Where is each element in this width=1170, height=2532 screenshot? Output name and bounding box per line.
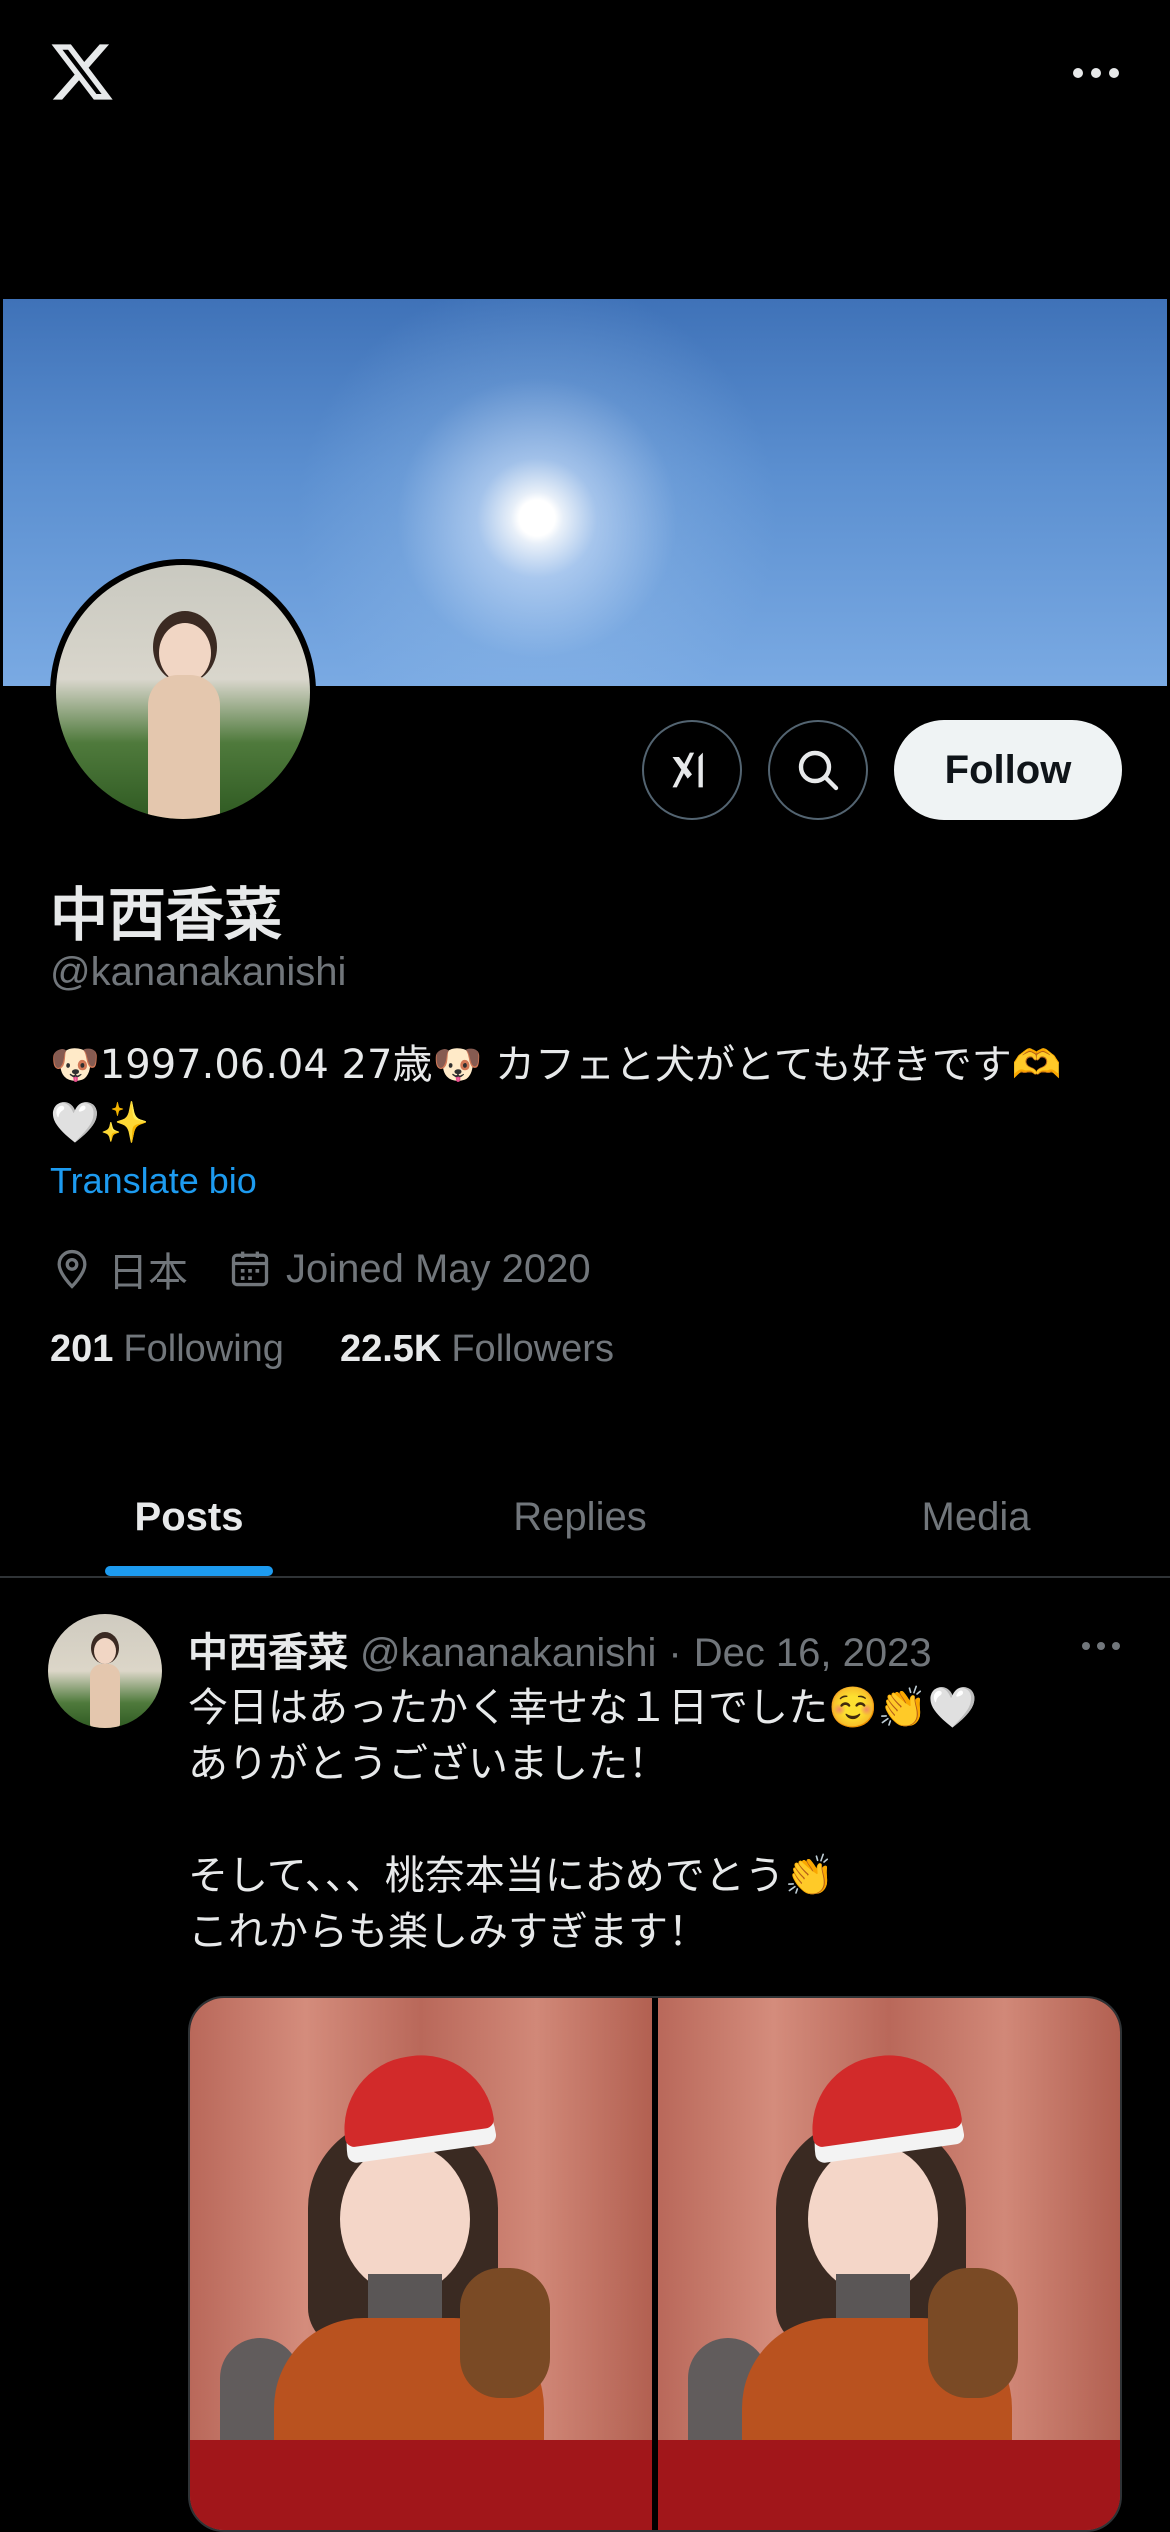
post-photo-2[interactable]: [658, 1998, 1120, 2530]
photo-face: [340, 2144, 470, 2294]
profile-avatar[interactable]: [50, 559, 316, 825]
profile-handle: @kananakanishi: [50, 950, 347, 994]
location-text: 日本: [108, 1251, 188, 1295]
calendar-icon: [231, 1251, 269, 1287]
grok-icon: [672, 752, 703, 788]
post[interactable]: 中西香菜 @kananakanishi · Dec 16, 2023 今日はあっ…: [0, 1580, 1170, 2532]
photo-couch: [190, 2440, 652, 2530]
tab-replies-label: Replies: [513, 1494, 647, 1539]
search-profile-button[interactable]: [768, 720, 868, 820]
post-author-avatar[interactable]: [48, 1614, 162, 1728]
location-pin-icon: [57, 1249, 87, 1289]
tab-replies[interactable]: Replies: [378, 1458, 782, 1576]
post-more-icon[interactable]: [1082, 1642, 1120, 1650]
joined-text: Joined May 2020: [286, 1246, 591, 1291]
location-item: 日本: [50, 1240, 188, 1298]
following-label: Following: [123, 1328, 284, 1370]
plush-monkey: [928, 2268, 1018, 2398]
following-link[interactable]: 201 Following: [50, 1328, 284, 1371]
follow-button[interactable]: Follow: [894, 720, 1122, 820]
profile-page: Follow 中西香菜 @kananakanishi 🐶1997.06.04 2…: [0, 0, 1170, 2532]
profile-bio: 🐶1997.06.04 27歳🐶 カフェと犬がとても好きです🫶 🤍✨: [50, 1042, 1062, 1146]
avatar-figure-body: [90, 1664, 120, 1728]
dot: [1109, 68, 1119, 78]
dot: [1082, 1642, 1090, 1650]
tab-media[interactable]: Media: [782, 1458, 1170, 1576]
followers-count: 22.5K: [339, 1328, 442, 1370]
post-text: 今日はあったかく幸せな１日でした☺️👏🤍 ありがとうございました！ そして、、、…: [188, 1685, 978, 1955]
x-logo-icon[interactable]: [48, 38, 116, 106]
post-media: [188, 1996, 1122, 2532]
post-photo-1[interactable]: [190, 1998, 652, 2530]
plush-monkey: [460, 2268, 550, 2398]
joined-item: Joined May 2020: [228, 1247, 591, 1292]
post-date[interactable]: Dec 16, 2023: [694, 1631, 932, 1676]
search-icon: [798, 750, 839, 791]
photo-face: [808, 2144, 938, 2294]
top-bar: [0, 0, 1170, 150]
post-author-handle[interactable]: @kananakanishi: [360, 1631, 656, 1676]
avatar-image: [56, 565, 310, 819]
dot: [1073, 68, 1083, 78]
profile-meta: 日本 Joined May 2020: [50, 1242, 631, 1296]
dot: [1112, 1642, 1120, 1650]
photo-couch: [658, 2440, 1120, 2530]
followers-label: Followers: [451, 1328, 614, 1370]
dot: [1091, 68, 1101, 78]
santa-hat: [803, 2045, 963, 2149]
post-author-name[interactable]: 中西香菜: [188, 1620, 348, 1678]
avatar-figure-head: [159, 623, 211, 683]
tab-posts[interactable]: Posts: [0, 1458, 378, 1576]
followers-link[interactable]: 22.5K Followers: [340, 1328, 614, 1371]
translate-bio-link[interactable]: Translate bio: [50, 1160, 257, 1202]
following-count: 201: [50, 1328, 114, 1370]
avatar-figure-body: [148, 675, 220, 819]
display-name: 中西香菜: [50, 881, 283, 949]
more-options-icon[interactable]: [1068, 58, 1124, 88]
tab-media-label: Media: [921, 1494, 1031, 1539]
dot: [1097, 1642, 1105, 1650]
grok-button[interactable]: [642, 720, 742, 820]
tab-posts-label: Posts: [134, 1494, 244, 1539]
post-separator: ·: [668, 1631, 682, 1675]
active-tab-indicator: [105, 1566, 273, 1576]
santa-hat: [335, 2045, 495, 2149]
profile-tabs: Posts Replies Media: [0, 1458, 1170, 1578]
avatar-figure-head: [94, 1638, 116, 1664]
profile-stats: 201 Following 22.5K Followers: [50, 1328, 614, 1371]
post-header: 中西香菜 @kananakanishi · Dec 16, 2023: [188, 1620, 932, 1678]
